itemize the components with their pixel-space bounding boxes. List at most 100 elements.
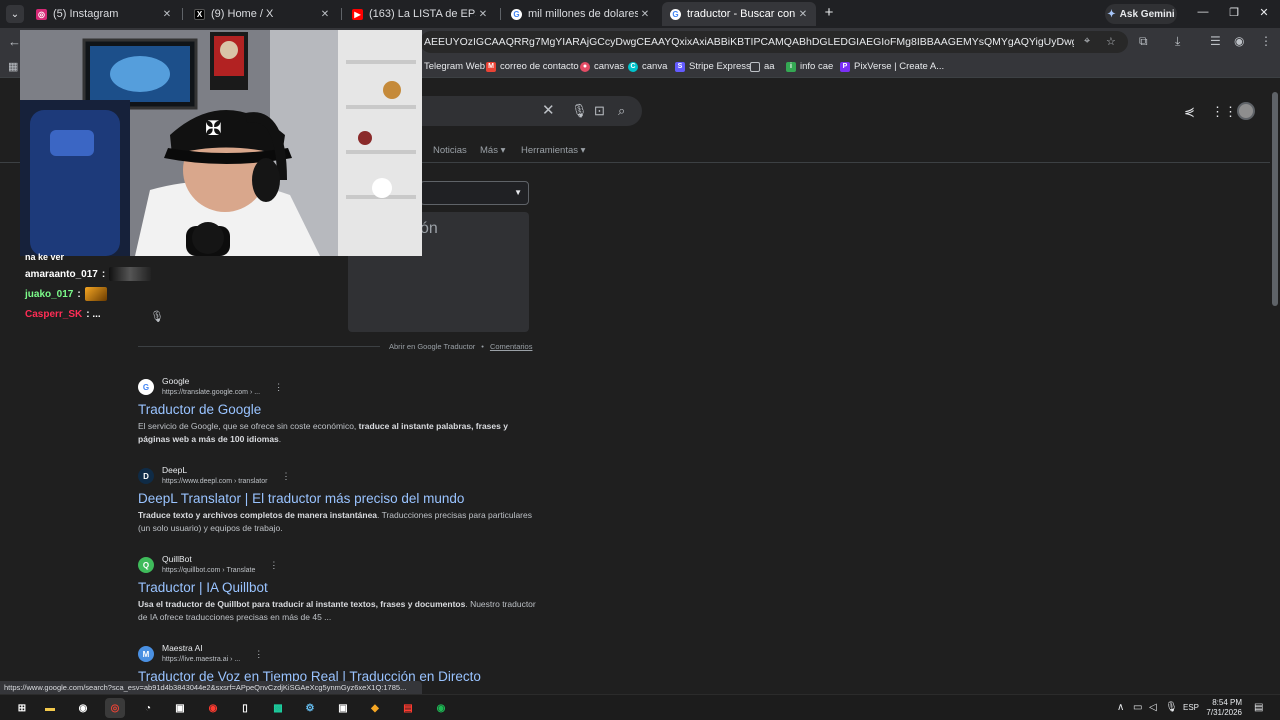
bookmark-label: canva [642, 61, 668, 72]
spotify-icon[interactable]: ◉ [431, 698, 451, 718]
tab-x-home[interactable]: X (9) Home / X ✕ [186, 2, 338, 26]
folder-icon [750, 61, 760, 72]
new-tab-plus-icon[interactable]: + [822, 5, 836, 21]
capcut-app-icon[interactable]: ▣ [170, 698, 190, 718]
bookmark-star-icon[interactable]: ☆ [1106, 35, 1116, 48]
address-bar[interactable]: AEEUYOzIGCAAQRRg7MgYIARAjGCcyDwgCEAAYQxi… [420, 31, 1128, 53]
tab-close-icon[interactable]: ✕ [476, 9, 490, 20]
app-icon[interactable]: ◆ [365, 698, 385, 718]
google-apps-grid-icon[interactable]: ⋮⋮ [1211, 104, 1237, 120]
bookmark-gmail[interactable]: M correo de contacto [486, 61, 579, 72]
webcam-feed-image: ✠ [20, 30, 422, 256]
obs-app-icon[interactable]: ◉ [73, 698, 93, 718]
notepad-icon[interactable]: ▯ [235, 698, 255, 718]
result-source[interactable]: G Google https://translate.google.com › … [138, 376, 538, 398]
maestra-favicon-icon: M [138, 646, 154, 662]
chat-username: amaraanto_017 [25, 268, 98, 280]
target-language-select[interactable]: ▼ [420, 181, 529, 205]
volume-icon[interactable]: ◁ [1149, 702, 1157, 713]
address-bar-url[interactable]: AEEUYOzIGCAAQRRg7MgYIARAjGCcyDwgCEAAYQxi… [424, 36, 1074, 48]
bookmark-stripe[interactable]: S Stripe Express [675, 61, 751, 72]
voicemeeter-icon[interactable]: ▤ [398, 698, 418, 718]
tab-divider [182, 8, 183, 20]
maximize-icon[interactable]: ❐ [1227, 6, 1241, 19]
pycharm-icon[interactable]: ▩ [268, 698, 288, 718]
show-hidden-icons-chevron-icon[interactable]: ∧ [1117, 702, 1124, 713]
bookmark-pixverse[interactable]: P PixVerse | Create A... [840, 61, 944, 72]
profile-icon[interactable]: ◉ [1234, 34, 1244, 48]
result-more-options-icon[interactable]: ⋮ [269, 560, 278, 571]
clear-search-icon[interactable]: ✕ [542, 101, 555, 119]
apps-grid-icon[interactable]: ▦ [8, 60, 18, 73]
pixverse-icon: P [840, 61, 850, 72]
network-icon[interactable]: ▭ [1133, 702, 1142, 713]
app-icon[interactable]: ◔ [138, 698, 158, 718]
tab-close-icon[interactable]: ✕ [318, 9, 332, 20]
bookmark-telegram[interactable]: Telegram Web [424, 61, 485, 72]
language-indicator[interactable]: ESP [1183, 703, 1199, 712]
extensions-puzzle-icon[interactable]: ⧉ [1139, 34, 1148, 49]
bookmark-canva[interactable]: C canva [628, 61, 667, 72]
download-icon[interactable]: ⤓ [1175, 34, 1180, 49]
snippet-bold-text: Traduce texto y archivos completos de ma… [138, 510, 378, 520]
steam-icon[interactable]: ⚙ [300, 698, 320, 718]
result-more-options-icon[interactable]: ⋮ [254, 649, 263, 660]
tab-news[interactable]: Noticias [433, 145, 467, 156]
result-source[interactable]: D DeepL https://www.deepl.com › translat… [138, 465, 538, 487]
bookmark-canvas[interactable]: ● canvas [580, 61, 624, 72]
windows-start-icon[interactable]: ⊞ [12, 698, 32, 718]
tab-youtube[interactable]: ▶ (163) La LISTA de EPSTEIN: ¿Qu ✕ [344, 2, 496, 26]
chat-message: Casperr_SK : ... [25, 304, 151, 324]
scrollbar-thumb[interactable] [1272, 92, 1278, 306]
tab-close-icon[interactable]: ✕ [796, 9, 810, 20]
snippet-text: El servicio de Google, que se ofrece sin… [138, 421, 359, 431]
ask-gemini-button[interactable]: ✦ Ask Gemini [1105, 4, 1177, 24]
translate-mic-icon[interactable]: 🎙 [150, 310, 164, 323]
feedback-link[interactable]: Comentarios [490, 342, 533, 351]
tab-search-list-icon[interactable]: ☰ [1210, 34, 1221, 48]
search-icon[interactable]: ⌕ [618, 103, 625, 119]
tab-close-icon[interactable]: ✕ [160, 9, 174, 20]
result-more-options-icon[interactable]: ⋮ [274, 382, 283, 393]
result-title-link[interactable]: Traductor de Google [138, 402, 538, 417]
search-box[interactable]: ✕ 🎙 ⊡ ⌕ [412, 96, 642, 126]
bookmark-folder-aa[interactable]: aa [750, 61, 775, 72]
bookmark-label: info cae [800, 61, 834, 72]
tab-more[interactable]: Más ▾ [480, 145, 505, 156]
windows-taskbar: ⊞ ▬ ◉ ◎ ◔ ▣ ◉ ▯ ▩ ⚙ ▣ ◆ ▤ ◉ ∧ ▭ ◁ 🎙 ESP … [0, 694, 1280, 720]
bookmark-info-cae[interactable]: i info cae [786, 61, 833, 72]
more-menu-icon[interactable]: ⋮ [1260, 34, 1272, 48]
tab-google-search-traductor[interactable]: G traductor - Buscar con Google ✕ [662, 2, 816, 26]
minimize-icon[interactable]: — [1196, 6, 1210, 18]
voice-search-mic-icon[interactable]: 🎙 [571, 103, 588, 119]
tab-search-chevron-icon[interactable]: ⌄ [6, 5, 24, 23]
location-pin-icon[interactable]: ⌖ [1084, 35, 1090, 48]
result-title-link[interactable]: Traductor | IA Quillbot [138, 580, 538, 595]
google-icon: G [511, 8, 522, 20]
chrome-app-icon[interactable]: ◎ [105, 698, 125, 718]
google-icon: G [670, 8, 681, 20]
tab-close-icon[interactable]: ✕ [638, 9, 652, 20]
file-explorer-icon[interactable]: ▬ [40, 698, 60, 718]
result-url: https://translate.google.com › ... [162, 389, 261, 396]
capcut-app-icon[interactable]: ▣ [333, 698, 353, 718]
scrollbar[interactable] [1270, 78, 1280, 692]
notifications-icon[interactable]: ▤ [1254, 702, 1263, 713]
app-icon[interactable]: ◉ [203, 698, 223, 718]
system-clock[interactable]: 8:54 PM 7/31/2026 [1200, 698, 1242, 718]
dropdown-caret-icon: ▼ [514, 188, 522, 197]
chat-username: juako_017 [25, 288, 74, 300]
result-title-link[interactable]: DeepL Translator | El traductor más prec… [138, 491, 538, 506]
open-in-google-translate-link[interactable]: Abrir en Google Traductor [389, 342, 475, 351]
share-icon[interactable]: ⋞ [1184, 104, 1195, 120]
result-more-options-icon[interactable]: ⋮ [281, 471, 290, 482]
account-avatar[interactable] [1237, 102, 1255, 120]
close-window-icon[interactable]: ✕ [1257, 6, 1271, 19]
tab-google-search-pesos[interactable]: G mil millones de dolares en peso ✕ [503, 2, 658, 26]
tab-tools[interactable]: Herramientas ▾ [521, 145, 585, 156]
result-source[interactable]: Q QuillBot https://quillbot.com › Transl… [138, 554, 538, 576]
result-source[interactable]: M Maestra AI https://live.maestra.ai › .… [138, 643, 538, 665]
tab-instagram[interactable]: ◎ (5) Instagram ✕ [28, 2, 180, 26]
microphone-icon[interactable]: 🎙 [1165, 702, 1178, 713]
google-lens-icon[interactable]: ⊡ [594, 103, 605, 119]
